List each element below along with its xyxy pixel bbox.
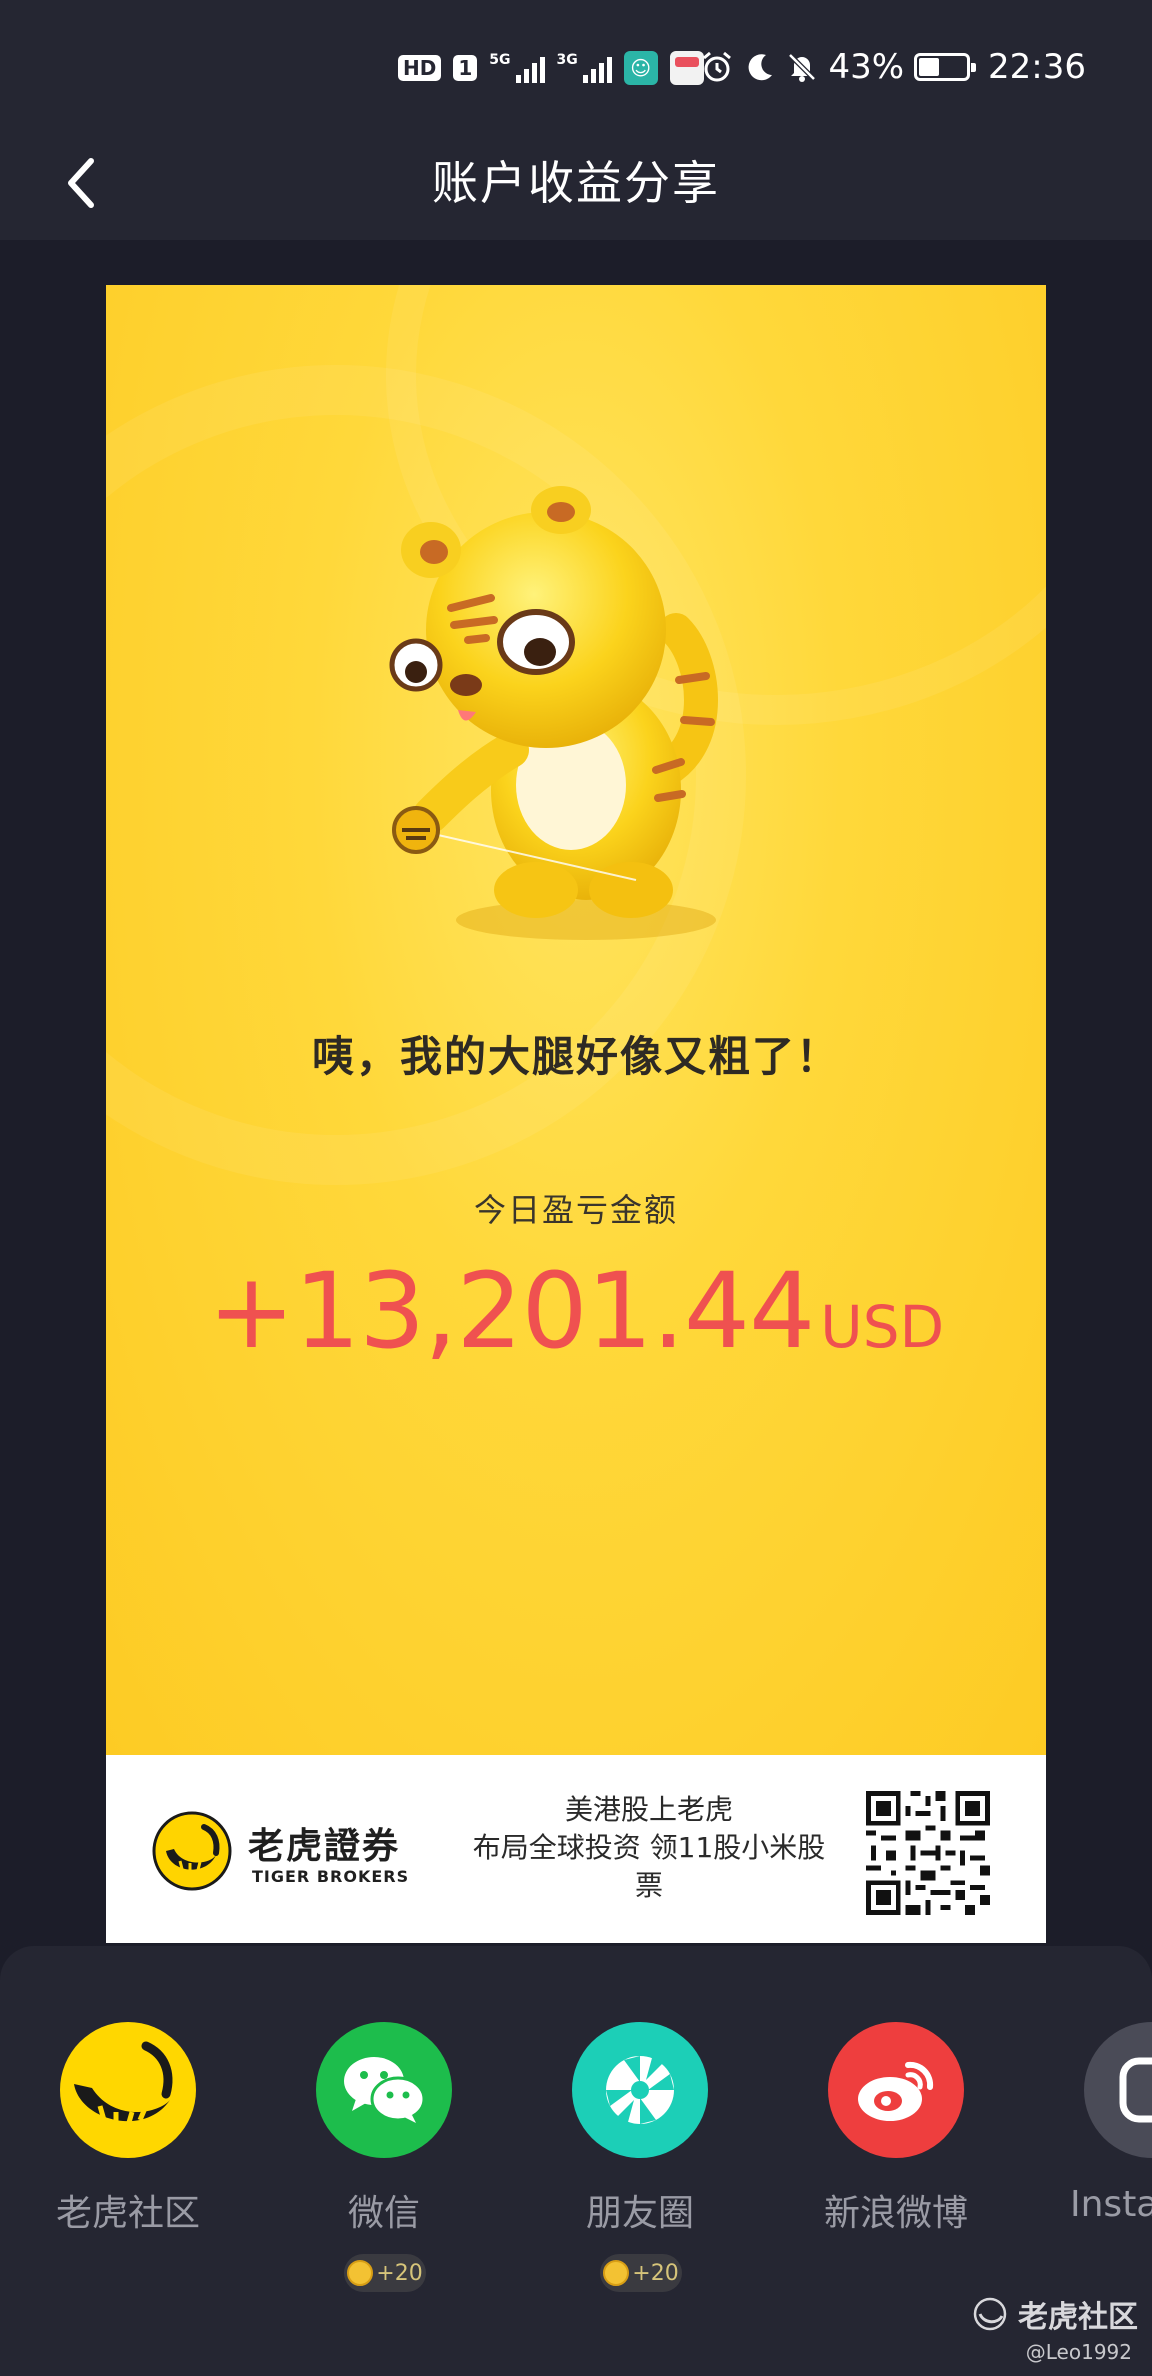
weibo-icon (828, 2022, 964, 2158)
share-tiger-community[interactable]: 老虎社区 (28, 2022, 228, 2282)
share-label: Insta (1070, 2184, 1152, 2225)
tiger-mascot-image (389, 486, 718, 940)
share-weibo[interactable]: 新浪微博 (796, 2022, 996, 2282)
alarm-icon (703, 51, 732, 82)
share-label: 老虎社区 (55, 2193, 200, 2234)
tiger-brokers-logo-icon (152, 1811, 232, 1891)
brand-subtitle: TIGER BROKERS (252, 1867, 410, 1886)
network-type-2: 3G (556, 52, 578, 68)
slogan-text: 咦，我的大腿好像又粗了！ (311, 1032, 840, 1081)
tiger-community-icon (60, 2022, 196, 2158)
coin-icon (347, 2260, 374, 2286)
status-bar: HD 1 5G 3G ☺ 43% 22:36 (0, 0, 1152, 130)
hd-badge: HD (398, 55, 442, 81)
clock: 22:36 (988, 47, 1086, 87)
share-label: 朋友圈 (585, 2193, 694, 2234)
status-right: 43% 22:36 (700, 44, 1086, 90)
weibo-eye-icon (858, 2061, 934, 2121)
promo-text: 美港股上老虎 布局全球投资 领11股小米股票 (464, 1791, 834, 1905)
mute-bell-icon (788, 53, 817, 82)
promo-line-2: 布局全球投资 领11股小米股票 (472, 1831, 826, 1902)
pl-currency: USD (820, 1293, 945, 1361)
signal-icon-2: 3G (557, 53, 612, 83)
moon-icon (749, 54, 773, 81)
share-label: 新浪微博 (823, 2193, 968, 2234)
aperture-icon (606, 2056, 674, 2124)
moments-icon (572, 2022, 708, 2158)
pl-value: +13,201.44 (207, 1250, 815, 1372)
share-instagram[interactable]: Insta (1052, 2022, 1152, 2282)
calendar-notification-icon (669, 51, 704, 85)
reward-badge: +20 (344, 2254, 426, 2292)
qr-code-image (866, 1791, 990, 1915)
watermark-text: 老虎社区 (1018, 2300, 1138, 2335)
battery-fill (919, 58, 939, 76)
status-left: HD 1 5G 3G ☺ (398, 48, 704, 88)
camera-outline-icon (1119, 2057, 1152, 2123)
share-sheet: 老虎社区 微信 +20 朋友圈 +20 新浪微博 Insta 老虎社区 @Leo… (0, 1946, 1152, 2376)
wechat-bubbles-icon (344, 2057, 426, 2123)
promo-line-1: 美港股上老虎 (564, 1793, 733, 1826)
share-card: 咦，我的大腿好像又粗了！ 今日盈亏金额 +13,201.44 USD 老虎證券 T… (106, 285, 1046, 1943)
tiger-tail-logo-icon (74, 2041, 173, 2127)
share-moments[interactable]: 朋友圈 +20 (540, 2022, 740, 2292)
pl-label: 今日盈亏金额 (473, 1191, 678, 1229)
network-type: 5G (489, 52, 511, 68)
brand-name: 老虎證券 (248, 1826, 401, 1867)
share-label: 微信 (347, 2193, 420, 2234)
watermark-user: @Leo1992 (1025, 2340, 1132, 2364)
reward-value: +20 (632, 2260, 679, 2286)
signal-icon: 5G (489, 52, 545, 83)
instagram-icon (1084, 2022, 1152, 2158)
battery-icon (914, 53, 977, 81)
wechat-icon (316, 2022, 452, 2158)
sim-badge: 1 (453, 55, 478, 81)
watermark: 老虎社区 (972, 2292, 1138, 2336)
card-poster: 咦，我的大腿好像又粗了！ 今日盈亏金额 +13,201.44 USD (106, 285, 1046, 1755)
pl-amount: +13,201.44 USD (106, 1250, 1046, 1372)
reward-badge: +20 (600, 2254, 682, 2292)
card-footer: 老虎證券 TIGER BROKERS 美港股上老虎 布局全球投资 领11股小米股… (106, 1755, 1046, 1943)
coin-icon (603, 2260, 630, 2286)
screen: HD 1 5G 3G ☺ 43% 22:36 账户收益分享 咦，我的大腿好像又粗… (0, 0, 1152, 2376)
app-notification-icon: ☺ (623, 51, 658, 85)
reward-value: +20 (376, 2260, 423, 2286)
share-wechat[interactable]: 微信 +20 (284, 2022, 484, 2292)
battery-percent: 43% (828, 47, 905, 87)
chevron-left-icon (68, 158, 94, 208)
page-title: 账户收益分享 (432, 156, 720, 210)
back-button[interactable] (46, 148, 116, 218)
navigation-bar: 账户收益分享 (0, 130, 1152, 240)
watermark-logo-icon (973, 2297, 1007, 2331)
